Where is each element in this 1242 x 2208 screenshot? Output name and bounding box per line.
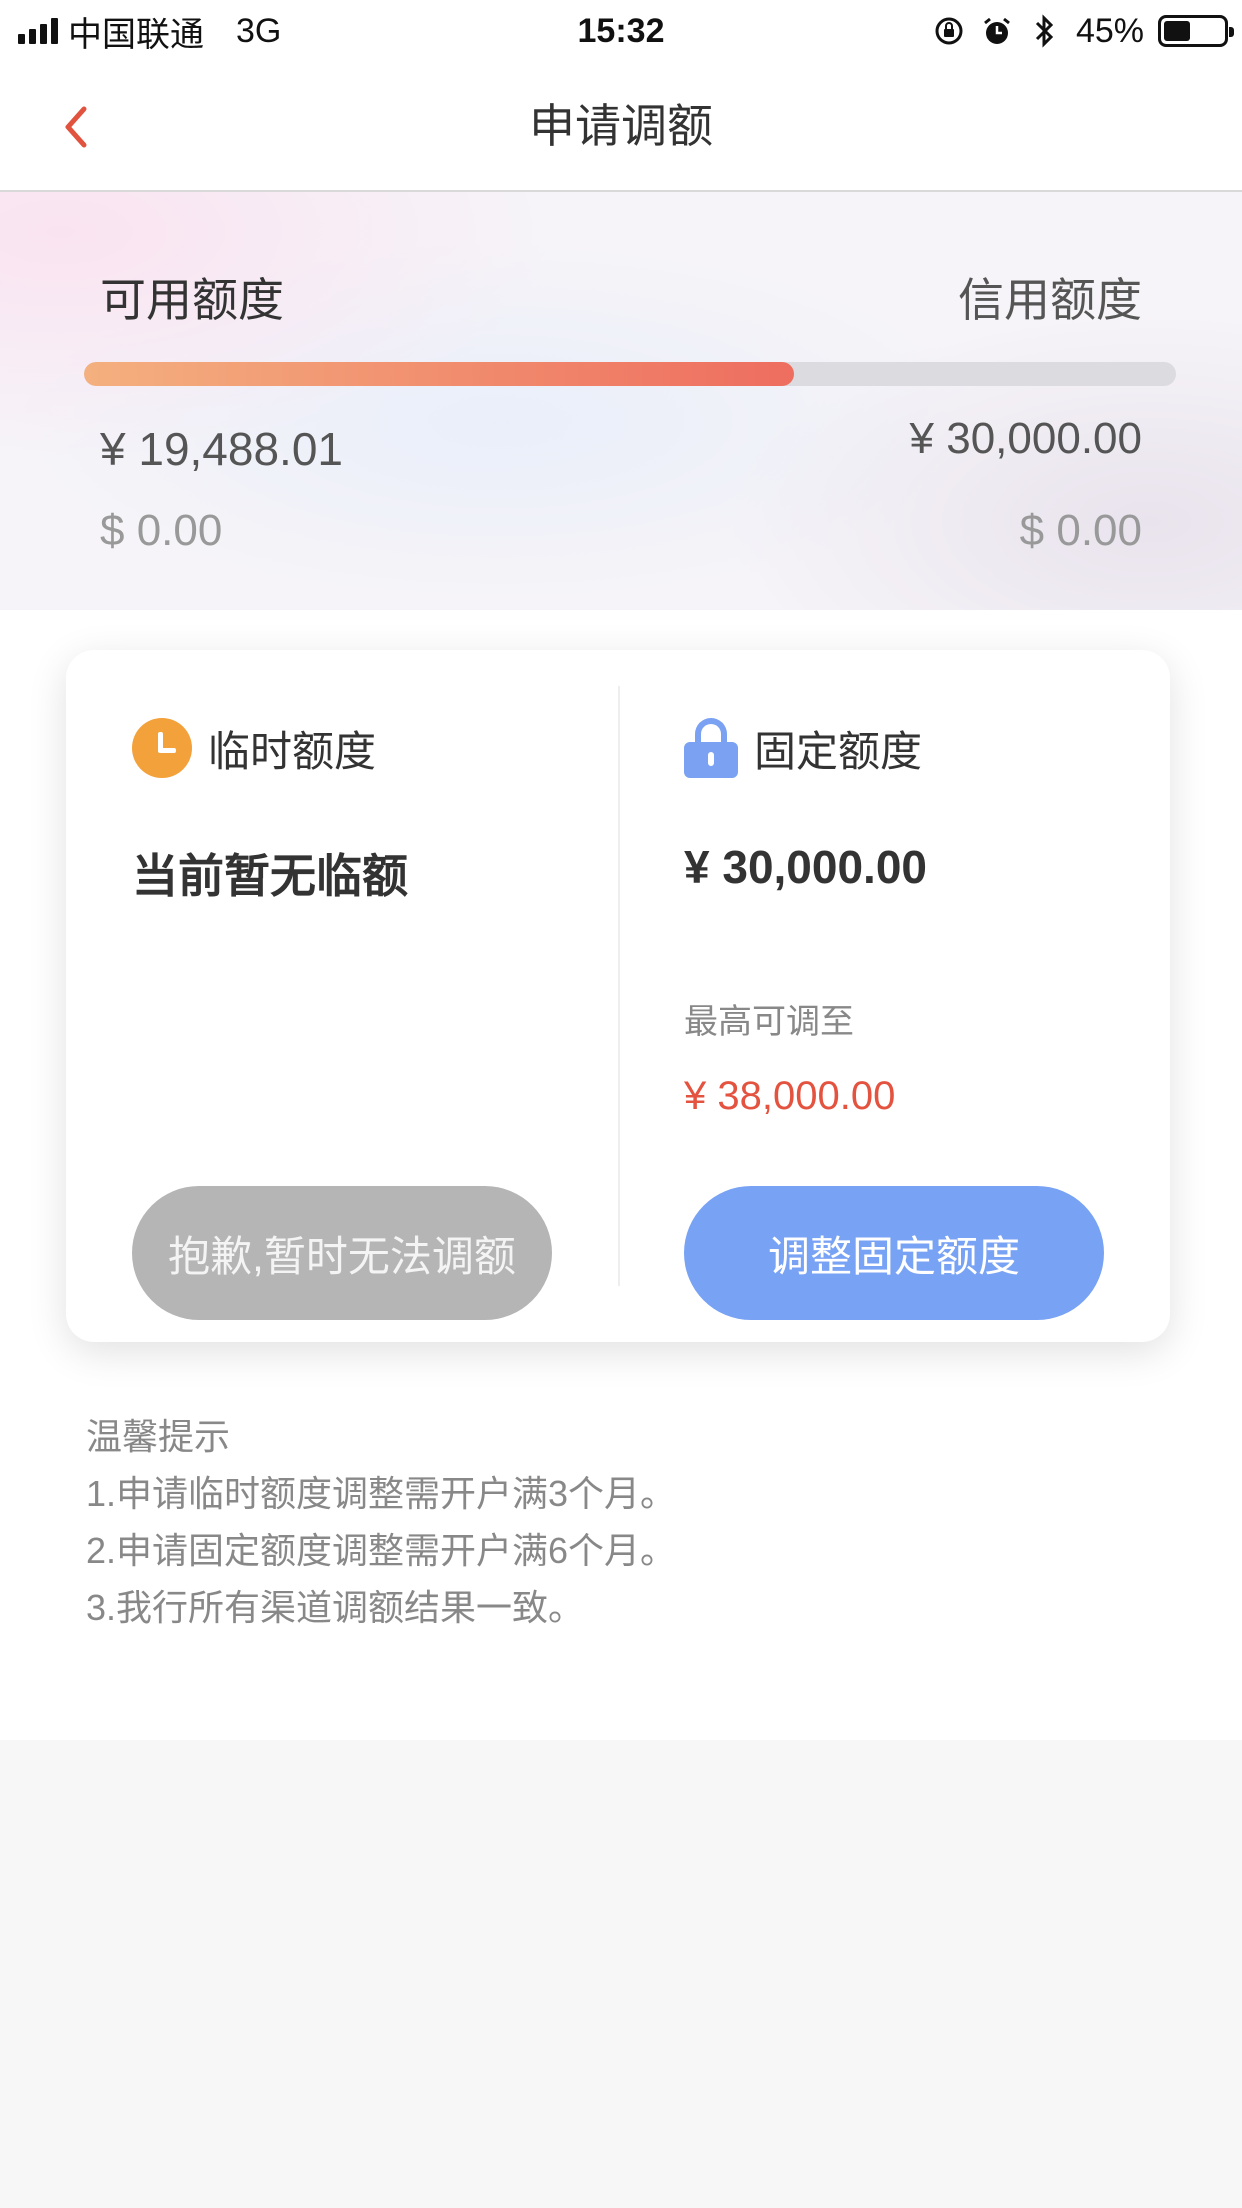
credit-usage-fill [84, 362, 794, 386]
status-right: 45% [932, 10, 1234, 52]
fixed-limit-title: 固定额度 [754, 727, 923, 775]
tips-title: 温馨提示 [86, 1416, 231, 1457]
lock-icon [684, 718, 738, 778]
credit-limit-label: 信用额度 [958, 274, 1142, 326]
tips-section: 温馨提示 1.申请临时额度调整需开户满3个月。 2.申请固定额度调整需开户满6个… [86, 1408, 676, 1636]
limit-adjust-card: 临时额度 当前暂无临额 抱歉,暂时无法调额 固定额度 ¥ 30,000.00 最… [66, 650, 1170, 1342]
max-adjust-label: 最高可调至 [684, 1003, 854, 1041]
carrier-name: 中国联通 [68, 15, 204, 54]
battery-icon [1158, 15, 1234, 47]
temporary-adjust-button[interactable]: 抱歉,暂时无法调额 [132, 1186, 552, 1320]
page-title: 申请调额 [529, 100, 713, 152]
fixed-limit-header: 固定额度 [684, 716, 922, 780]
status-bar: 中国联通 3G 15:32 45% [0, 0, 1242, 62]
tip-item: 3.我行所有渠道调额结果一致。 [86, 1587, 585, 1628]
clock-icon [132, 718, 192, 778]
available-credit-label: 可用额度 [100, 274, 284, 326]
fixed-limit-amount: ¥ 30,000.00 [684, 841, 928, 893]
bluetooth-icon [1028, 14, 1062, 48]
max-adjust-value: ¥ 38,000.00 [684, 1074, 896, 1118]
credit-limit-usd: $ 0.00 [1019, 506, 1142, 555]
adjust-fixed-limit-button[interactable]: 调整固定额度 [684, 1186, 1104, 1320]
temporary-limit-header: 临时额度 [132, 716, 376, 780]
main-content: 临时额度 当前暂无临额 抱歉,暂时无法调额 固定额度 ¥ 30,000.00 最… [0, 610, 1242, 1740]
credit-summary: 可用额度 信用额度 ¥ 19,488.01 ¥ 30,000.00 $ 0.00… [0, 192, 1242, 610]
credit-limit-cny: ¥ 30,000.00 [909, 414, 1142, 463]
status-left: 中国联通 3G [18, 10, 282, 54]
fixed-limit-section: 固定额度 ¥ 30,000.00 最高可调至 ¥ 38,000.00 调整固定额… [618, 650, 1170, 1342]
available-credit-usd: $ 0.00 [100, 506, 223, 555]
chevron-left-icon [65, 106, 87, 148]
credit-usage-bar [84, 362, 1176, 386]
rotation-lock-icon [932, 14, 966, 48]
battery-percent: 45% [1075, 11, 1144, 50]
battery-fill [1164, 21, 1191, 41]
alarm-icon [980, 14, 1014, 48]
back-button[interactable] [40, 92, 110, 162]
network-type: 3G [236, 11, 282, 50]
temporary-limit-section: 临时额度 当前暂无临额 抱歉,暂时无法调额 [66, 650, 618, 1342]
temporary-limit-title: 临时额度 [208, 727, 377, 775]
temporary-limit-status: 当前暂无临额 [132, 850, 408, 902]
tip-item: 2.申请固定额度调整需开户满6个月。 [86, 1530, 677, 1571]
signal-icon [18, 18, 58, 44]
tip-item: 1.申请临时额度调整需开户满3个月。 [86, 1473, 677, 1514]
available-credit-cny: ¥ 19,488.01 [100, 423, 344, 475]
nav-bar: 申请调额 [0, 62, 1242, 192]
